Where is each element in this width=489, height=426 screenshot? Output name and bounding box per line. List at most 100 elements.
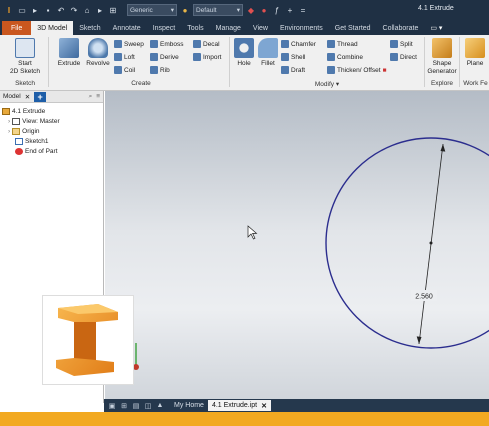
extrude-icon bbox=[59, 38, 79, 58]
footer-banner bbox=[0, 412, 489, 426]
grid-icon[interactable]: ⊞ bbox=[120, 402, 128, 410]
arrange-icon[interactable]: ◫ bbox=[144, 402, 152, 410]
save-icon[interactable]: ▪ bbox=[43, 6, 53, 15]
revolve-button[interactable]: Revolve bbox=[83, 38, 113, 68]
app-menu-icon[interactable]: I bbox=[4, 6, 14, 15]
new-icon[interactable]: ▭ bbox=[17, 6, 27, 15]
tab-environments[interactable]: Environments bbox=[274, 21, 329, 35]
coil-icon bbox=[114, 66, 122, 74]
tab-3d-model[interactable]: 3D Model bbox=[31, 21, 74, 35]
menu-icon[interactable]: ≡ bbox=[96, 93, 100, 100]
tree-item-part[interactable]: 4.1 Extrude bbox=[2, 106, 101, 116]
import-icon bbox=[193, 53, 201, 61]
rib-button[interactable]: Rib bbox=[150, 66, 170, 74]
thread-icon bbox=[327, 40, 335, 48]
center-point[interactable] bbox=[429, 241, 433, 245]
tab-inspect[interactable]: Inspect bbox=[147, 21, 182, 35]
sweep-button[interactable]: Sweep bbox=[114, 40, 144, 48]
tile-icon[interactable]: ▣ bbox=[108, 402, 116, 410]
shell-button[interactable]: Shell bbox=[281, 53, 305, 61]
material-combo[interactable]: Generic ▾ bbox=[127, 4, 177, 16]
tree-item-label: Origin bbox=[22, 127, 40, 135]
delete-face-icon[interactable]: ■ bbox=[383, 67, 387, 74]
appearance-combo[interactable]: Default ▾ bbox=[193, 4, 243, 16]
tab-sketch[interactable]: Sketch bbox=[73, 21, 106, 35]
dimension-arrow-icon bbox=[440, 144, 446, 152]
open-icon[interactable]: ▸ bbox=[30, 6, 40, 15]
graphics-viewport[interactable]: 2.560 bbox=[105, 91, 489, 403]
start-2d-sketch-button[interactable]: Start 2D Sketch bbox=[8, 38, 42, 76]
derive-icon bbox=[150, 53, 158, 61]
tab-my-home[interactable]: My Home bbox=[174, 402, 204, 409]
decal-label: Decal bbox=[203, 40, 220, 48]
tab-tools[interactable]: Tools bbox=[181, 21, 209, 35]
combine-button[interactable]: Combine bbox=[327, 53, 363, 61]
tree-item-view[interactable]: › View: Master bbox=[2, 116, 101, 126]
tree-item-end-of-part[interactable]: End of Part bbox=[2, 146, 101, 156]
loft-button[interactable]: Loft bbox=[114, 53, 135, 61]
draft-button[interactable]: Draft bbox=[281, 66, 305, 74]
thread-button[interactable]: Thread bbox=[327, 40, 358, 48]
title-bar: I ▭ ▸ ▪ ↶ ↷ ⌂ ▸ ⊞ Generic ▾ ● Default ▾ … bbox=[0, 0, 489, 20]
hole-button[interactable]: Hole bbox=[232, 38, 256, 68]
chevron-right-icon[interactable]: › bbox=[8, 128, 10, 135]
sketch-icon bbox=[15, 38, 35, 58]
home-icon[interactable]: ⌂ bbox=[82, 6, 92, 15]
tab-annotate[interactable]: Annotate bbox=[107, 21, 147, 35]
chamfer-button[interactable]: Chamfer bbox=[281, 40, 316, 48]
group-label-create: Create bbox=[131, 80, 151, 87]
import-label: Import bbox=[203, 53, 222, 61]
derive-label: Derive bbox=[160, 53, 179, 61]
sketch-canvas[interactable]: 2.560 bbox=[105, 91, 489, 403]
decal-button[interactable]: Decal bbox=[193, 40, 220, 48]
dimension-arrow-icon bbox=[416, 336, 422, 344]
tab-extra-icon[interactable]: ▭ ▾ bbox=[424, 21, 448, 35]
shape-generator-button[interactable]: Shape Generator bbox=[427, 38, 457, 76]
clear-appearance-icon[interactable]: ◆ bbox=[246, 6, 256, 15]
close-icon[interactable]: ✕ bbox=[261, 402, 267, 410]
material-combo-value: Generic bbox=[130, 6, 153, 14]
sketch-circle[interactable] bbox=[325, 137, 489, 349]
plane-button[interactable]: Plane bbox=[462, 38, 488, 68]
close-icon[interactable]: ✕ bbox=[25, 93, 30, 101]
extrude-button[interactable]: Extrude bbox=[54, 38, 84, 68]
decal-icon bbox=[193, 40, 201, 48]
cascade-icon[interactable]: ▤ bbox=[132, 402, 140, 410]
tree-item-label: Sketch1 bbox=[25, 137, 49, 145]
select-icon[interactable]: ▸ bbox=[95, 6, 105, 15]
tab-collaborate[interactable]: Collaborate bbox=[377, 21, 425, 35]
emboss-button[interactable]: Emboss bbox=[150, 40, 183, 48]
revolve-label: Revolve bbox=[86, 60, 110, 67]
browser-tab-model[interactable]: Model bbox=[3, 93, 21, 100]
tab-get-started[interactable]: Get Started bbox=[329, 21, 377, 35]
undo-icon[interactable]: ↶ bbox=[56, 6, 66, 15]
split-button[interactable]: Split bbox=[390, 40, 413, 48]
end-of-part-icon bbox=[15, 147, 23, 155]
tree-item-sketch[interactable]: Sketch1 bbox=[2, 136, 101, 146]
expand-icon[interactable]: ▲ bbox=[156, 402, 164, 409]
rib-label: Rib bbox=[160, 66, 170, 74]
import-button[interactable]: Import bbox=[193, 53, 221, 61]
thicken-offset-button[interactable]: Thicken/ Offset ■ bbox=[327, 66, 387, 74]
shape-generator-label: Shape Generator bbox=[427, 60, 457, 75]
coil-button[interactable]: Coil bbox=[114, 66, 135, 74]
dimension-value[interactable]: 2.560 bbox=[415, 294, 433, 301]
plus-icon[interactable]: + bbox=[285, 6, 295, 15]
add-browser-icon[interactable]: + bbox=[34, 91, 47, 102]
tab-manage[interactable]: Manage bbox=[210, 21, 247, 35]
derive-button[interactable]: Derive bbox=[150, 53, 179, 61]
fx-icon[interactable]: ƒ bbox=[272, 6, 282, 15]
tab-view[interactable]: View bbox=[247, 21, 274, 35]
customize-icon[interactable]: = bbox=[298, 6, 308, 15]
tab-open-document[interactable]: 4.1 Extrude.ipt ✕ bbox=[207, 400, 271, 411]
tab-file[interactable]: File bbox=[2, 21, 32, 35]
redo-icon[interactable]: ↷ bbox=[69, 6, 79, 15]
adjust-icon[interactable]: ● bbox=[259, 6, 269, 15]
measure-icon[interactable]: ⊞ bbox=[108, 6, 118, 15]
group-label-modify[interactable]: Modify ▾ bbox=[232, 80, 422, 88]
chevron-right-icon[interactable]: › bbox=[8, 118, 10, 125]
fillet-button[interactable]: Fillet bbox=[256, 38, 280, 68]
tree-item-origin[interactable]: › Origin bbox=[2, 126, 101, 136]
direct-button[interactable]: Direct bbox=[390, 53, 417, 61]
search-icon[interactable]: ⌕ bbox=[89, 93, 93, 101]
